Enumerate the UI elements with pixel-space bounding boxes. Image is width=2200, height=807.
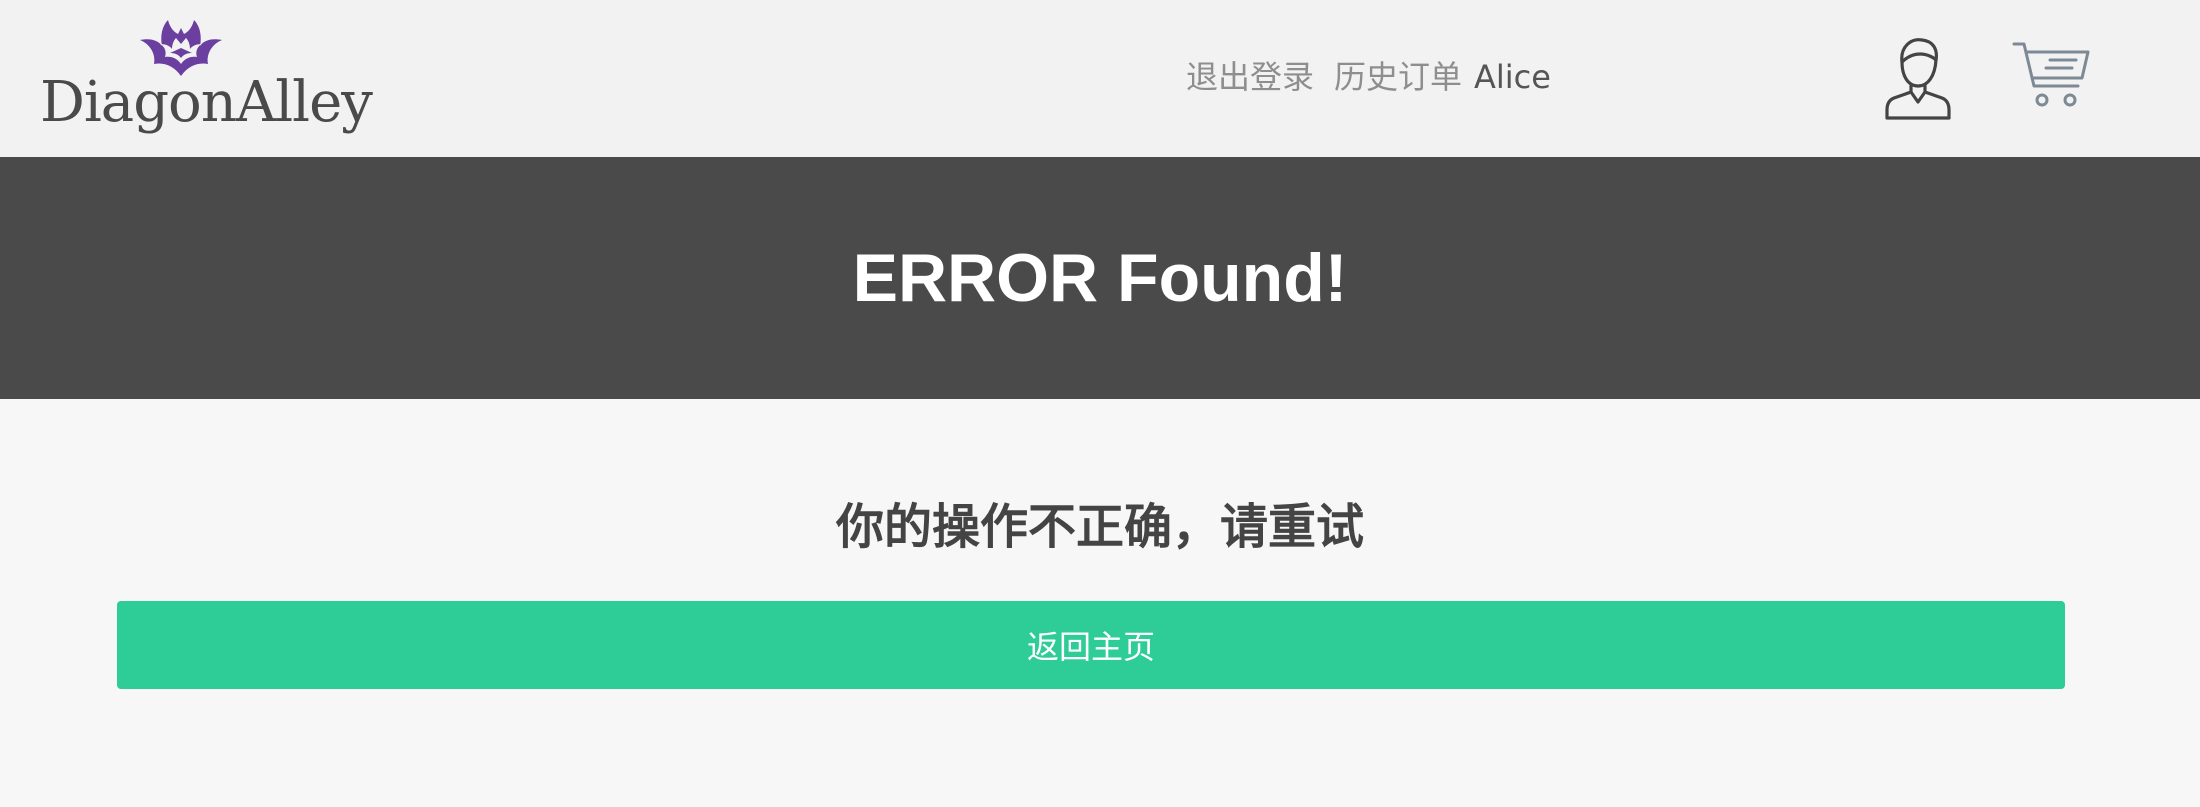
- site-logo[interactable]: DiagonAlley: [40, 18, 373, 143]
- error-title: ERROR Found!: [852, 240, 1348, 316]
- site-header: DiagonAlley 退出登录 历史订单 Alice: [0, 0, 2200, 157]
- bat-logo-icon: [140, 20, 222, 76]
- order-history-link[interactable]: 历史订单: [1334, 57, 1462, 97]
- main-content: 你的操作不正确，请重试 返回主页: [0, 399, 2200, 807]
- return-home-button[interactable]: 返回主页: [117, 601, 2065, 689]
- username-link[interactable]: Alice: [1474, 57, 1551, 97]
- user-avatar-icon[interactable]: [1884, 36, 1952, 120]
- logout-link[interactable]: 退出登录: [1186, 57, 1314, 97]
- error-banner: ERROR Found!: [0, 157, 2200, 399]
- brand-name: DiagonAlley: [40, 70, 373, 135]
- error-message: 你的操作不正确，请重试: [835, 499, 1364, 555]
- shopping-cart-icon[interactable]: [2012, 40, 2092, 114]
